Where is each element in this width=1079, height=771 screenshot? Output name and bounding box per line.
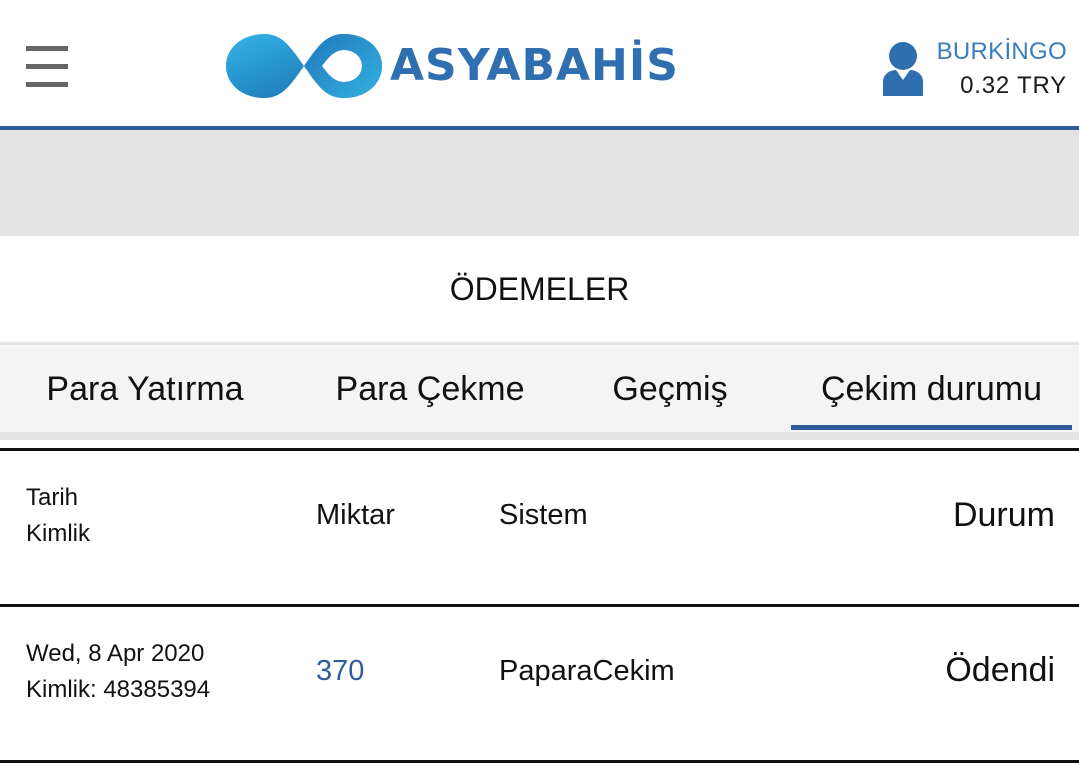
app-header: ASYABAHİS BURKİNGO 0.32 TRY bbox=[0, 0, 1079, 126]
header-system: Sistem bbox=[499, 499, 588, 531]
username[interactable]: BURKİNGO bbox=[937, 38, 1067, 66]
table-bottom-border bbox=[0, 760, 1079, 763]
banner-placeholder bbox=[0, 130, 1079, 236]
row-divider bbox=[0, 604, 1079, 607]
tab-gecmis[interactable]: Geçmiş bbox=[590, 345, 750, 433]
hamburger-menu-icon[interactable] bbox=[26, 46, 68, 90]
header-date: Tarih bbox=[26, 484, 79, 511]
tab-para-yatirma[interactable]: Para Yatırma bbox=[20, 345, 270, 433]
header-id: Kimlik bbox=[26, 520, 90, 547]
table-top-border bbox=[0, 448, 1079, 451]
brand-logo[interactable]: ASYABAHİS bbox=[224, 30, 724, 102]
page-title: ÖDEMELER bbox=[449, 270, 630, 307]
row-date: Wed, 8 Apr 2020 bbox=[26, 640, 205, 667]
tab-para-cekme[interactable]: Para Çekme bbox=[300, 345, 560, 433]
tab-cekim-durumu[interactable]: Çekim durumu bbox=[791, 345, 1072, 433]
row-status: Ödendi bbox=[945, 651, 1055, 689]
account-balance: 0.32 TRY bbox=[960, 72, 1067, 99]
payment-tabs: Para Yatırma Para Çekme Geçmiş Çekim dur… bbox=[0, 342, 1079, 440]
brand-name: ASYABAHİS bbox=[390, 40, 679, 91]
row-amount: 370 bbox=[316, 655, 365, 687]
header-amount: Miktar bbox=[316, 499, 395, 531]
header-status: Durum bbox=[952, 496, 1055, 534]
row-id: Kimlik: 48385394 bbox=[26, 676, 211, 703]
brand-logo-mark bbox=[226, 34, 382, 98]
row-system: PaparaCekim bbox=[499, 655, 675, 687]
user-icon[interactable] bbox=[880, 40, 926, 96]
